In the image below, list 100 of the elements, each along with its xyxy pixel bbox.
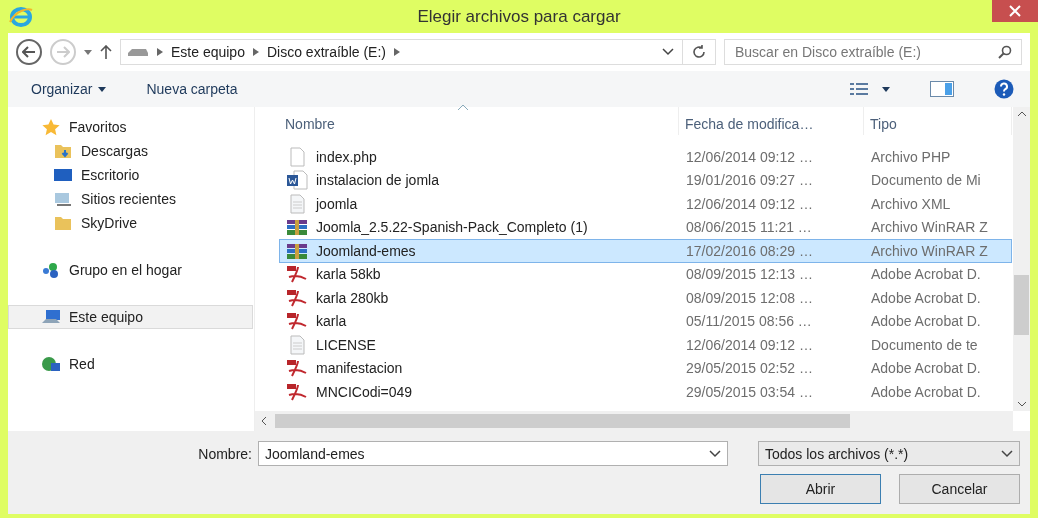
file-row[interactable]: MNCICodi=049 29/05/2015 03:54 … Adobe Acrobat D. — [279, 380, 1012, 404]
filename-field[interactable]: Joomland-emes — [258, 441, 728, 466]
file-type-dropdown[interactable]: Todos los archivos (*.*) — [758, 441, 1020, 466]
navigation-item[interactable]: Este equipo — [8, 305, 253, 329]
navigation-item[interactable]: Red — [8, 352, 253, 376]
scroll-down-icon — [1016, 401, 1027, 407]
scroll-left-icon — [261, 416, 267, 426]
vertical-scrollbar[interactable] — [1013, 107, 1030, 411]
recent-locations-button[interactable] — [84, 49, 92, 55]
modified-date: 19/01/2016 09:27 … — [685, 172, 814, 189]
preview-pane-button[interactable] — [930, 81, 954, 97]
column-header[interactable]: Nombre — [279, 107, 679, 135]
navigation-item[interactable]: Descargas — [8, 139, 253, 163]
pdf-file-icon — [286, 264, 308, 285]
file-name: karla — [280, 311, 680, 332]
folder-download-icon — [53, 142, 73, 160]
dropdown-caret-icon — [1001, 449, 1013, 458]
modified-date: 29/05/2015 02:52 … — [685, 360, 814, 377]
organize-menu[interactable]: Organizar — [31, 81, 107, 97]
preview-pane-icon — [930, 81, 954, 97]
file-name: manifestacion — [280, 358, 680, 379]
close-button[interactable] — [992, 0, 1038, 22]
scroll-thumb[interactable] — [1014, 275, 1029, 335]
word-document-icon — [286, 170, 308, 191]
file-name: karla 58kb — [280, 264, 680, 285]
folder-icon — [53, 214, 73, 232]
search-field[interactable]: Buscar en Disco extraíble (E:) — [724, 39, 1022, 65]
caret-icon — [98, 86, 107, 92]
new-folder-button[interactable]: Nueva carpeta — [146, 81, 238, 97]
dialog-button[interactable]: Abrir — [760, 474, 881, 504]
pdf-file-icon — [286, 358, 308, 379]
homegroup-icon — [41, 261, 61, 279]
file-type: Archivo PHP — [870, 148, 952, 165]
star-icon — [41, 118, 61, 136]
pdf-file-icon — [286, 287, 308, 308]
file-row[interactable]: manifestacion 29/05/2015 02:52 … Adobe Acrobat D. — [279, 356, 1012, 380]
file-name: Joomland-emes — [280, 240, 680, 261]
modified-date: 12/06/2014 09:12 … — [685, 195, 814, 212]
file-name: joomla — [280, 193, 680, 214]
file-type: Archivo WinRAR Z — [870, 219, 989, 236]
modified-date: 29/05/2015 03:54 … — [685, 383, 814, 400]
column-header[interactable]: Fecha de modifica… — [679, 107, 864, 135]
file-row[interactable]: Joomland-emes 17/02/2016 08:29 … Archivo WinRAR Z — [279, 239, 1012, 263]
file-row[interactable]: Joomla_2.5.22-Spanish-Pack_Completo (1) 08/06/2015 11:21 … Archivo WinRAR Z — [279, 215, 1012, 239]
breadcrumb-separator-icon — [252, 48, 259, 56]
caret-icon — [84, 49, 92, 55]
navigation-item[interactable]: Escritorio — [8, 163, 253, 187]
breadcrumb[interactable]: Disco extraíble (E:) — [266, 44, 386, 60]
file-row[interactable]: karla 05/11/2015 08:56 … Adobe Acrobat D. — [279, 309, 1012, 333]
file-name: LICENSE — [280, 334, 680, 355]
address-bar[interactable]: Este equipo Disco extraíble (E:) — [120, 39, 716, 65]
navigation-item[interactable]: Grupo en el hogar — [8, 258, 253, 282]
file-row[interactable]: karla 280kb 08/09/2015 12:08 … Adobe Acrobat D. — [279, 286, 1012, 310]
file-row[interactable]: LICENSE 12/06/2014 09:12 … Documento de te — [279, 333, 1012, 357]
breadcrumb[interactable]: Este equipo — [171, 44, 245, 60]
back-button[interactable] — [16, 39, 42, 65]
caret-icon — [882, 86, 890, 92]
file-row[interactable]: karla 58kb 08/09/2015 12:13 … Adobe Acrobat D. — [279, 262, 1012, 286]
pdf-file-icon — [286, 381, 308, 402]
file-type: Adobe Acrobat D. — [870, 289, 982, 306]
navigation-item[interactable]: Favoritos — [8, 115, 253, 139]
dialog-button[interactable]: Cancelar — [899, 474, 1020, 504]
file-row[interactable]: instalacion de jomla 19/01/2016 09:27 … Documento de Mi — [279, 168, 1012, 192]
details-view-icon — [850, 82, 868, 96]
window-title: Elegir archivos para cargar — [416, 6, 622, 27]
dropdown-caret-icon — [662, 48, 674, 56]
pdf-file-icon — [286, 311, 308, 332]
file-name: Joomla_2.5.22-Spanish-Pack_Completo (1) — [280, 217, 680, 238]
scroll-up-icon — [1016, 111, 1027, 117]
search-icon — [998, 45, 1012, 59]
modified-date: 12/06/2014 09:12 … — [685, 336, 814, 353]
horizontal-scrollbar[interactable] — [255, 411, 1013, 431]
file-row[interactable]: joomla 12/06/2014 09:12 … Archivo XML — [279, 192, 1012, 216]
filename-label: Nombre: — [198, 445, 252, 462]
computer-icon — [41, 308, 61, 326]
column-header[interactable]: Tipo — [864, 107, 1012, 135]
modified-date: 08/09/2015 12:13 … — [685, 266, 814, 283]
desktop-icon — [53, 166, 73, 184]
file-row[interactable]: index.php 12/06/2014 09:12 … Archivo PHP — [279, 145, 1012, 169]
network-globe-icon — [41, 355, 61, 373]
file-type: Adobe Acrobat D. — [870, 266, 982, 283]
scroll-thumb[interactable] — [275, 414, 850, 428]
file-type: Adobe Acrobat D. — [870, 313, 982, 330]
close-icon — [1009, 5, 1021, 17]
navigation-item[interactable]: SkyDrive — [8, 211, 253, 235]
file-type: Archivo WinRAR Z — [870, 242, 989, 259]
help-icon — [994, 79, 1014, 99]
modified-date: 08/09/2015 12:08 … — [685, 289, 814, 306]
view-options-button[interactable] — [850, 82, 890, 96]
recent-places-icon — [53, 190, 73, 208]
navigation-item[interactable]: Sitios recientes — [8, 187, 253, 211]
file-type: Adobe Acrobat D. — [870, 383, 982, 400]
help-button[interactable] — [994, 79, 1014, 99]
file-name: instalacion de jomla — [280, 170, 680, 191]
file-type: Documento de te — [870, 336, 979, 353]
up-button[interactable] — [100, 45, 112, 59]
sort-ascending-icon — [458, 105, 468, 110]
refresh-icon — [691, 44, 707, 60]
forward-arrow-icon — [56, 46, 70, 58]
breadcrumb-separator-icon — [157, 48, 163, 56]
